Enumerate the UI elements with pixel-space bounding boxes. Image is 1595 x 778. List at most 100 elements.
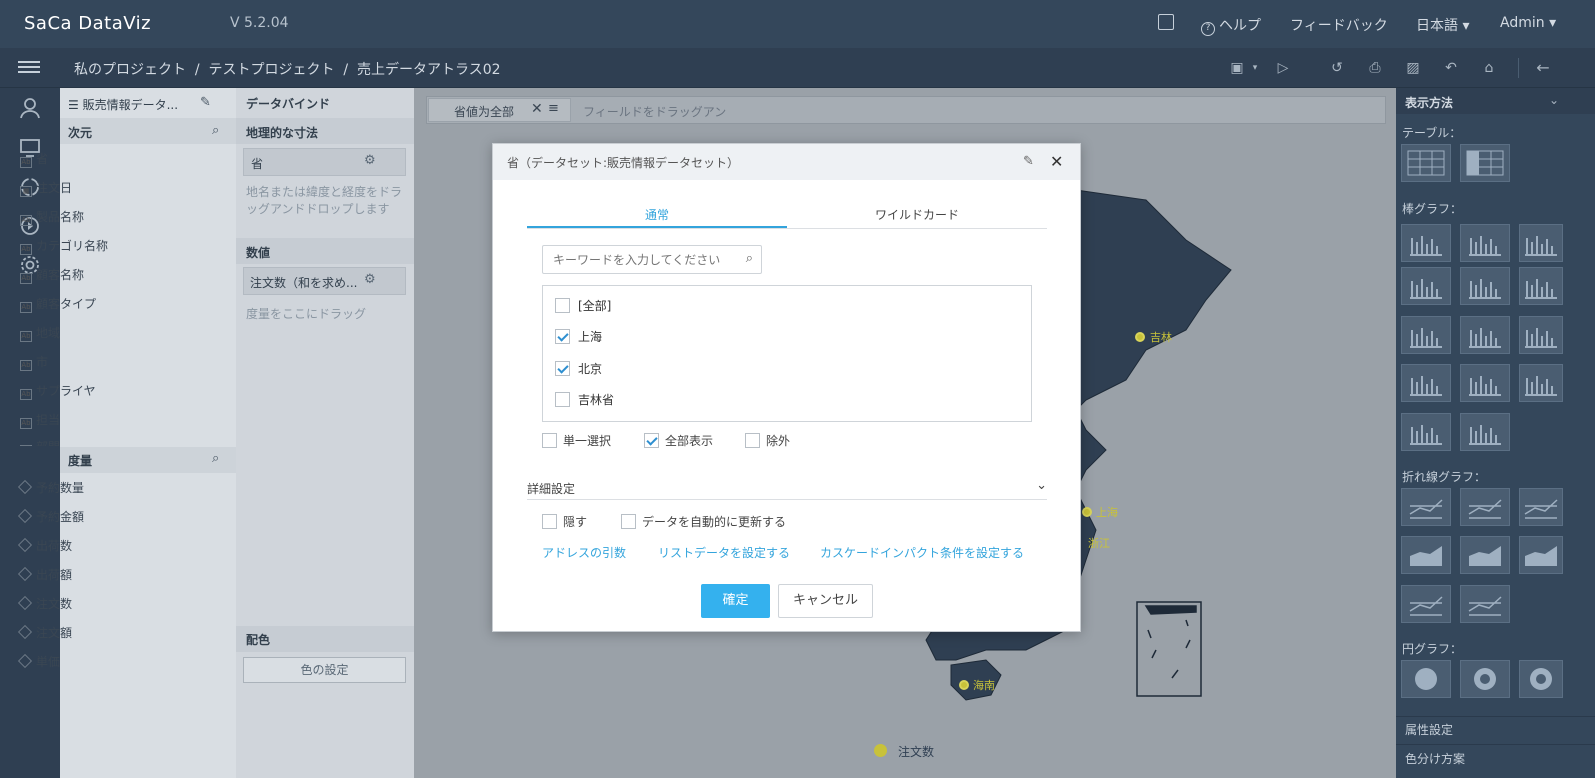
map-marker-hainan[interactable]	[959, 680, 969, 690]
keyword-search-input[interactable]	[543, 246, 728, 273]
checkbox-beijing[interactable]	[555, 361, 570, 376]
chart-type-pie-donut[interactable]	[1460, 660, 1510, 698]
measure-item[interactable]: 注文数	[17, 595, 72, 613]
edit-dataset-icon[interactable]: ✎	[200, 95, 211, 110]
dimension-search-icon[interactable]: ⌕	[212, 123, 219, 138]
measure-item[interactable]: 予約金額	[17, 508, 84, 526]
chart-type-polar-bar[interactable]	[1401, 413, 1451, 451]
help-link[interactable]: ? ヘルプ	[1201, 15, 1261, 36]
dimension-item[interactable]: Ab 市	[20, 353, 48, 371]
map-marker-shanghai[interactable]	[1082, 507, 1092, 517]
measure-item[interactable]: 予約数量	[17, 479, 84, 497]
chart-type-waterfall[interactable]	[1460, 413, 1510, 451]
chart-type-radial-bar[interactable]	[1519, 364, 1563, 402]
address-params-link[interactable]: アドレスの引数	[542, 544, 626, 561]
checkbox-all[interactable]	[555, 298, 570, 313]
chart-type-area-percent[interactable]	[1519, 536, 1563, 574]
dimension-item[interactable]: ▦ 注文日	[20, 179, 72, 197]
feedback-link[interactable]: フィードバック	[1290, 15, 1388, 35]
chart-type-bar-horizontal-2[interactable]	[1519, 267, 1563, 305]
search-icon[interactable]: ⌕	[746, 251, 753, 266]
back-arrow-icon[interactable]: ←	[1534, 59, 1552, 77]
hide-checkbox[interactable]	[542, 514, 557, 529]
tab-wildcard[interactable]: ワイルドカード	[875, 206, 959, 223]
advanced-settings-toggle[interactable]: 詳細設定 ⌄	[527, 478, 1047, 500]
image-icon[interactable]: ▨	[1404, 59, 1422, 77]
dimension-item[interactable]: Ab 部門	[20, 438, 60, 446]
dimension-item[interactable]: Ab 省	[20, 150, 48, 168]
checkbox-shanghai[interactable]	[555, 329, 570, 344]
chart-type-bar-stacked-3[interactable]	[1460, 316, 1510, 354]
language-select[interactable]: 日本語 ▾	[1416, 15, 1469, 35]
chart-type-area-basic[interactable]	[1401, 536, 1451, 574]
tab-normal[interactable]: 通常	[645, 206, 669, 223]
dimension-item[interactable]: Ab 製品名称	[20, 208, 84, 226]
chart-type-bar-horizontal[interactable]	[1519, 224, 1563, 262]
geo-field-gear-icon[interactable]: ⚙	[364, 153, 376, 168]
option-show-all[interactable]: 全部表示	[644, 432, 713, 449]
map-marker-jilin[interactable]	[1135, 332, 1145, 342]
list-item[interactable]: 北京	[555, 359, 602, 377]
chart-type-table[interactable]	[1401, 144, 1451, 182]
user-menu[interactable]: Admin ▾	[1500, 15, 1556, 31]
filter-chip-close-icon[interactable]: ✕	[531, 101, 543, 117]
play-icon[interactable]: ▷	[1274, 59, 1292, 77]
color-settings-button[interactable]: 色の設定	[243, 657, 406, 683]
chart-type-line-multi[interactable]	[1460, 585, 1510, 623]
list-item[interactable]: [全部]	[555, 296, 611, 314]
value-field-gear-icon[interactable]: ⚙	[364, 272, 376, 287]
chart-type-cross-table[interactable]	[1460, 144, 1510, 182]
exclude-checkbox[interactable]	[745, 433, 760, 448]
chart-type-bar-horizontal-3[interactable]	[1519, 316, 1563, 354]
user-icon[interactable]	[18, 96, 42, 120]
measure-item[interactable]: 注文額	[17, 624, 72, 642]
cascade-condition-link[interactable]: カスケードインパクト条件を設定する	[820, 544, 1024, 561]
dimension-item[interactable]: Ab 顧客タイプ	[20, 295, 96, 313]
chart-type-bar-stacked[interactable]	[1460, 224, 1510, 262]
option-exclude[interactable]: 除外	[745, 432, 790, 449]
dimension-item[interactable]: Ab 担当	[20, 411, 60, 429]
dialog-edit-icon[interactable]: ✎	[1023, 154, 1034, 169]
option-hide[interactable]: 隠す	[542, 513, 587, 530]
chart-type-pie-ring[interactable]	[1519, 660, 1563, 698]
chart-type-line-basic[interactable]	[1401, 488, 1451, 526]
print-icon[interactable]: ⎙	[1366, 59, 1384, 77]
measure-search-icon[interactable]: ⌕	[212, 451, 219, 466]
chart-type-pie-basic[interactable]	[1401, 660, 1451, 698]
dimension-item[interactable]: Ab カテゴリ名称	[20, 237, 108, 255]
show-all-checkbox[interactable]	[644, 433, 659, 448]
save-icon[interactable]: ▣	[1228, 59, 1246, 77]
measure-item[interactable]: 出荷数	[17, 537, 72, 555]
option-auto-refresh[interactable]: データを自動的に更新する	[621, 513, 786, 530]
legend-dot[interactable]	[874, 744, 887, 757]
chart-type-line-markers[interactable]	[1460, 488, 1510, 526]
history-icon[interactable]: ↺	[1328, 59, 1346, 77]
confirm-button[interactable]: 確定	[701, 584, 770, 618]
measure-item[interactable]: 出荷額	[17, 566, 72, 584]
collapse-chevron-icon[interactable]: ⌄	[1549, 93, 1559, 107]
chart-type-bar-clustered-3[interactable]	[1401, 316, 1451, 354]
dialog-close-icon[interactable]: ✕	[1050, 152, 1063, 171]
list-data-link[interactable]: リストデータを設定する	[658, 544, 790, 561]
chart-type-area-stacked[interactable]	[1460, 536, 1510, 574]
chart-type-bar-3d[interactable]	[1401, 364, 1451, 402]
single-select-checkbox[interactable]	[542, 433, 557, 448]
chart-type-bar-clustered-2[interactable]	[1401, 267, 1451, 305]
geo-field-slot[interactable]	[243, 148, 406, 176]
checkbox-jilin[interactable]	[555, 392, 570, 407]
dimension-item[interactable]: Ab 顧客名称	[20, 266, 84, 284]
list-item[interactable]: 上海	[555, 327, 602, 345]
chart-type-bar-clustered[interactable]	[1401, 224, 1451, 262]
option-single-select[interactable]: 単一選択	[542, 432, 611, 449]
filter-chip-menu-icon[interactable]: ≡	[548, 101, 559, 116]
auto-refresh-checkbox[interactable]	[621, 514, 636, 529]
undo-icon[interactable]: ↶	[1442, 59, 1460, 77]
chart-type-line-step[interactable]	[1519, 488, 1563, 526]
chart-type-line-cross[interactable]	[1401, 585, 1451, 623]
hamburger-menu-icon[interactable]	[18, 58, 40, 78]
dimension-item[interactable]: Ab 地域	[20, 324, 60, 342]
list-item[interactable]: 吉林省	[555, 390, 614, 408]
chart-type-bar-stacked-2[interactable]	[1460, 267, 1510, 305]
chart-type-bar-vertical-3d[interactable]	[1460, 364, 1510, 402]
dimension-item[interactable]: Ab サプライヤ	[20, 382, 96, 400]
